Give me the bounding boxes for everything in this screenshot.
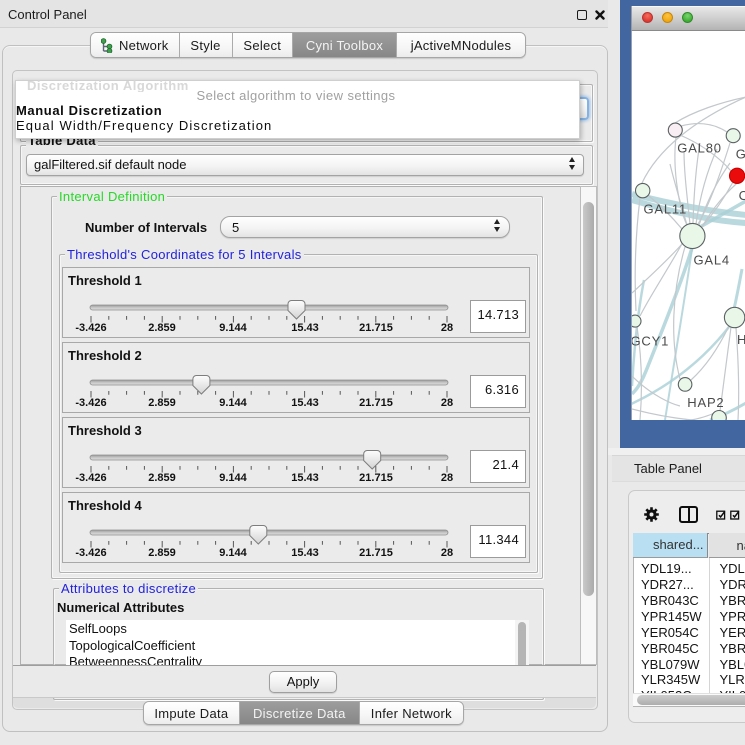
svg-text:GAL80: GAL80 [677,141,721,156]
svg-text:HAP2: HAP2 [687,395,724,410]
svg-text:GAL11: GAL11 [644,202,688,217]
svg-text:C: C [739,188,745,203]
svg-text:GAL4: GAL4 [694,253,730,268]
svg-text:GA: GA [736,147,745,162]
svg-text:GCY1: GCY1 [632,334,669,349]
svg-text:H: H [737,332,745,347]
